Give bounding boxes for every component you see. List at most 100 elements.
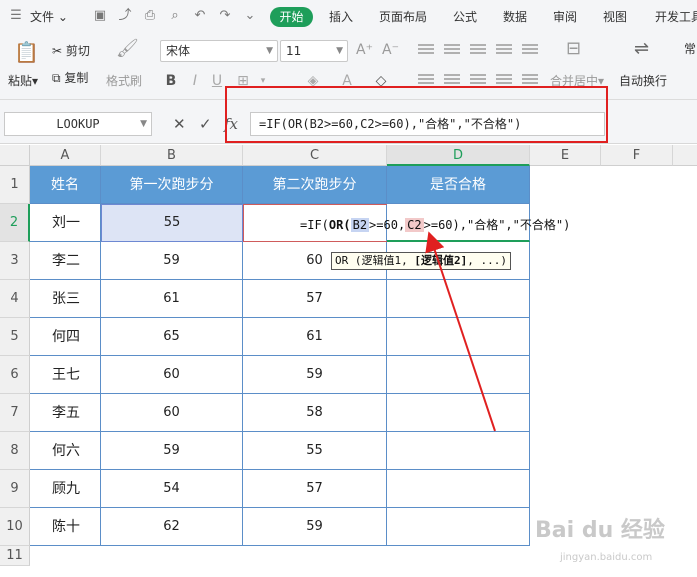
cell-c9[interactable]: 57 (243, 470, 387, 508)
cell-a7[interactable]: 李五 (30, 394, 101, 432)
copy-button[interactable]: ⧉ 复制 (52, 69, 88, 86)
column-header-overflow[interactable] (673, 145, 697, 166)
cell-b3[interactable]: 59 (101, 242, 243, 280)
export-icon[interactable]: ⤴ (117, 8, 133, 24)
cell-b10[interactable]: 62 (101, 508, 243, 546)
outdent-icon[interactable] (522, 44, 538, 58)
cell-b5[interactable]: 65 (101, 318, 243, 356)
cell-b2[interactable]: 55 (101, 204, 243, 242)
cell-a9[interactable]: 顾九 (30, 470, 101, 508)
header-cell-name[interactable]: 姓名 (30, 166, 101, 204)
column-header-e[interactable]: E (530, 145, 601, 166)
cell-c5[interactable]: 61 (243, 318, 387, 356)
column-header-f[interactable]: F (601, 145, 673, 166)
column-header-b[interactable]: B (101, 145, 243, 166)
cell-d10[interactable] (387, 508, 530, 546)
cell-b9[interactable]: 54 (101, 470, 243, 508)
cell-d7[interactable] (387, 394, 530, 432)
row-header-2[interactable]: 2 (0, 204, 30, 242)
cell-d6[interactable] (387, 356, 530, 394)
chevron-down-icon[interactable]: ⌄ (242, 8, 258, 24)
align-bottom-icon[interactable] (470, 44, 486, 58)
bold-icon[interactable]: B (162, 72, 180, 90)
header-cell-run2[interactable]: 第二次跑步分 (243, 166, 387, 204)
indent-icon[interactable] (496, 44, 512, 58)
paste-button[interactable]: 粘贴▾ (8, 72, 38, 89)
cell-c4[interactable]: 57 (243, 280, 387, 318)
print-icon[interactable]: ⎙ (142, 8, 158, 24)
row-header-11[interactable]: 11 (0, 546, 30, 566)
wrap-text-icon[interactable]: ⇌ (634, 38, 649, 59)
cut-button[interactable]: ✂ 剪切 (52, 42, 90, 59)
row-header-8[interactable]: 8 (0, 432, 30, 470)
underline-icon[interactable]: U (208, 72, 226, 90)
select-all-corner[interactable] (0, 145, 30, 166)
cell-c7[interactable]: 58 (243, 394, 387, 432)
overflow-group-label[interactable]: 常 (684, 40, 696, 57)
format-painter-button[interactable]: 格式刷 (106, 72, 142, 89)
cell-b8[interactable]: 59 (101, 432, 243, 470)
row-header-5[interactable]: 5 (0, 318, 30, 356)
increase-font-icon[interactable]: A⁺ (356, 42, 373, 58)
cell-a3[interactable]: 李二 (30, 242, 101, 280)
align-middle-icon[interactable] (444, 44, 460, 58)
column-header-a[interactable]: A (30, 145, 101, 166)
cell-a8[interactable]: 何六 (30, 432, 101, 470)
cell-b7[interactable]: 60 (101, 394, 243, 432)
file-menu[interactable]: 文件 ⌄ (30, 8, 68, 26)
undo-icon[interactable]: ↶ (192, 8, 208, 24)
tab-formulas[interactable]: 公式 (453, 8, 477, 26)
save-icon[interactable]: ▣ (92, 8, 108, 24)
paste-icon[interactable]: 📋 (14, 40, 39, 64)
tab-developer[interactable]: 开发工具 (655, 8, 697, 26)
font-name-select[interactable]: 宋体 ▼ (160, 40, 278, 62)
cancel-icon[interactable]: ✕ (173, 115, 186, 133)
cell-c10[interactable]: 59 (243, 508, 387, 546)
row-header-3[interactable]: 3 (0, 242, 30, 280)
cell-a6[interactable]: 王七 (30, 356, 101, 394)
row-header-6[interactable]: 6 (0, 356, 30, 394)
column-header-c[interactable]: C (243, 145, 387, 166)
decrease-font-icon[interactable]: A⁻ (382, 42, 399, 58)
tab-insert[interactable]: 插入 (329, 8, 353, 26)
row-header-1[interactable]: 1 (0, 166, 30, 204)
font-size-select[interactable]: 11 ▼ (280, 40, 348, 62)
scissors-icon: ✂ (52, 44, 63, 58)
italic-icon[interactable]: I (186, 72, 204, 90)
row-header-4[interactable]: 4 (0, 280, 30, 318)
row-header-7[interactable]: 7 (0, 394, 30, 432)
cell-a2[interactable]: 刘一 (30, 204, 101, 242)
tab-page-layout[interactable]: 页面布局 (379, 8, 427, 26)
wrap-text-button[interactable]: 自动换行 (619, 72, 667, 89)
tab-view[interactable]: 视图 (603, 8, 627, 26)
row-header-10[interactable]: 10 (0, 508, 30, 546)
column-header-d[interactable]: D (387, 145, 530, 166)
format-painter-icon[interactable]: 🖌 (116, 38, 139, 59)
redo-icon[interactable]: ↷ (217, 8, 233, 24)
cell-formula-text[interactable]: =IF(OR(B2 >=60, C2 >=60),"合格","不合格") (300, 216, 570, 233)
menu-icon[interactable]: ☰ (8, 8, 24, 24)
confirm-icon[interactable]: ✓ (199, 115, 212, 133)
cell-b4[interactable]: 61 (101, 280, 243, 318)
cell-b6[interactable]: 60 (101, 356, 243, 394)
cell-d5[interactable] (387, 318, 530, 356)
cell-c6[interactable]: 59 (243, 356, 387, 394)
tab-data[interactable]: 数据 (503, 8, 527, 26)
copy-label: 复制 (64, 71, 89, 85)
print-preview-icon[interactable]: ⌕ (167, 8, 183, 24)
cell-c8[interactable]: 55 (243, 432, 387, 470)
cell-d8[interactable] (387, 432, 530, 470)
cell-a10[interactable]: 陈十 (30, 508, 101, 546)
tab-review[interactable]: 审阅 (553, 8, 577, 26)
header-cell-run1[interactable]: 第一次跑步分 (101, 166, 243, 204)
cell-a4[interactable]: 张三 (30, 280, 101, 318)
cell-d4[interactable] (387, 280, 530, 318)
tab-home[interactable]: 开始 (270, 7, 313, 27)
merge-center-icon[interactable]: ⊟ (566, 38, 581, 59)
name-box[interactable]: LOOKUP ▼ (4, 112, 152, 136)
cell-d9[interactable] (387, 470, 530, 508)
row-header-9[interactable]: 9 (0, 470, 30, 508)
align-top-icon[interactable] (418, 44, 434, 58)
cell-a5[interactable]: 何四 (30, 318, 101, 356)
header-cell-pass[interactable]: 是否合格 (387, 166, 530, 204)
